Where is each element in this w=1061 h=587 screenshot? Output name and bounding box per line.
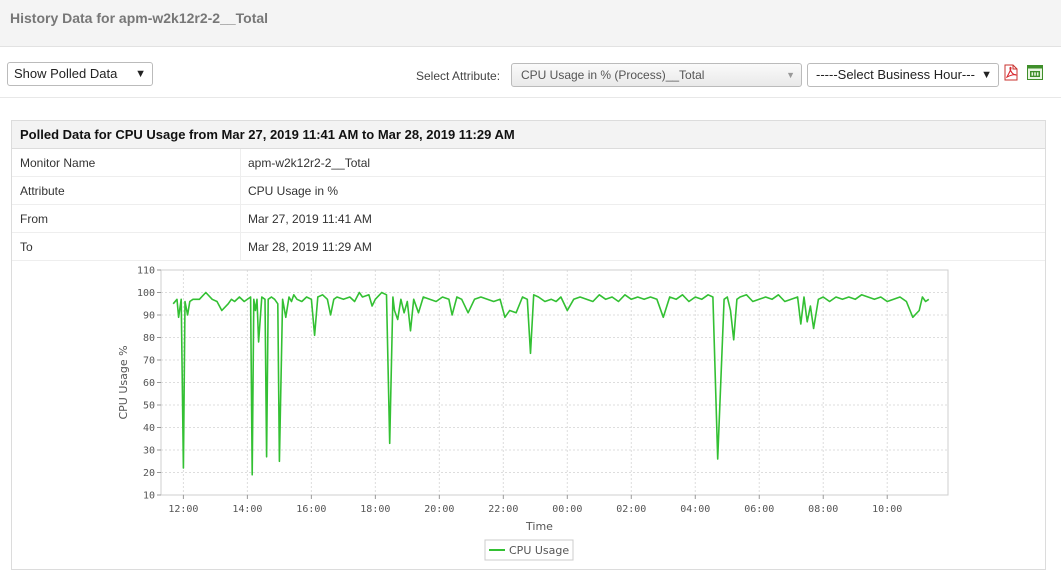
polled-data-select[interactable]: Show Polled Data ▼	[7, 62, 153, 86]
legend-label: CPU Usage	[509, 544, 569, 557]
x-tick-label: 02:00	[616, 504, 646, 515]
page-title: History Data for apm-w2k12r2-2__Total	[10, 10, 269, 26]
y-axis: 10 20 30 40 50 60 70 80 90 100 110	[137, 266, 161, 502]
polled-data-panel: Polled Data for CPU Usage from Mar 27, 2…	[11, 120, 1046, 570]
x-tick-label: 22:00	[488, 504, 518, 515]
y-tick-label: 70	[143, 356, 155, 367]
attribute-select[interactable]: CPU Usage in % (Process)__Total ▼	[511, 63, 802, 87]
series-line	[172, 291, 930, 476]
x-axis: 12:00 14:00 16:00 18:00 20:00 22:00 00:00 02:00…	[168, 495, 902, 515]
cpu-usage-chart: 10 20 30 40 50 60 70 80 90 100 110 12:00 14:00 16:00…	[117, 266, 949, 561]
dropdown-arrow-icon: ▼	[786, 70, 795, 80]
dropdown-arrow-icon: ▼	[981, 69, 992, 81]
x-tick-label: 12:00	[168, 504, 198, 515]
x-tick-label: 00:00	[552, 504, 582, 515]
x-tick-label: 18:00	[360, 504, 390, 515]
toolbar: Show Polled Data ▼ Select Attribute: CPU…	[0, 47, 1061, 98]
x-tick-label: 16:00	[296, 504, 326, 515]
attribute-select-value: CPU Usage in % (Process)__Total	[521, 68, 705, 82]
y-tick-label: 40	[143, 423, 155, 434]
y-tick-label: 30	[143, 446, 155, 457]
y-tick-label: 10	[143, 491, 155, 502]
select-attribute-label: Select Attribute:	[416, 69, 501, 83]
y-tick-label: 110	[137, 266, 155, 277]
pdf-icon[interactable]	[1004, 64, 1018, 81]
y-axis-title: CPU Usage %	[117, 345, 130, 419]
x-tick-label: 04:00	[680, 504, 710, 515]
chart-legend[interactable]: CPU Usage	[484, 539, 574, 561]
business-hour-select-value: -----Select Business Hour---	[816, 67, 975, 82]
x-tick-label: 06:00	[744, 504, 774, 515]
y-tick-label: 20	[143, 468, 155, 479]
csv-icon[interactable]	[1027, 65, 1043, 80]
series-cpu-usage	[172, 291, 930, 476]
x-tick-label: 08:00	[808, 504, 838, 515]
x-tick-label: 14:00	[232, 504, 262, 515]
x-axis-title: Time	[525, 520, 553, 533]
y-tick-label: 100	[137, 288, 155, 299]
x-tick-label: 10:00	[872, 504, 902, 515]
page-header: History Data for apm-w2k12r2-2__Total	[0, 0, 1061, 47]
y-tick-label: 80	[143, 333, 155, 344]
polled-data-select-value: Show Polled Data	[14, 66, 118, 81]
y-tick-label: 50	[143, 401, 155, 412]
dropdown-arrow-icon: ▼	[135, 68, 146, 80]
x-tick-label: 20:00	[424, 504, 454, 515]
y-tick-label: 60	[143, 378, 155, 389]
y-tick-label: 90	[143, 311, 155, 322]
business-hour-select[interactable]: -----Select Business Hour--- ▼	[807, 63, 999, 87]
